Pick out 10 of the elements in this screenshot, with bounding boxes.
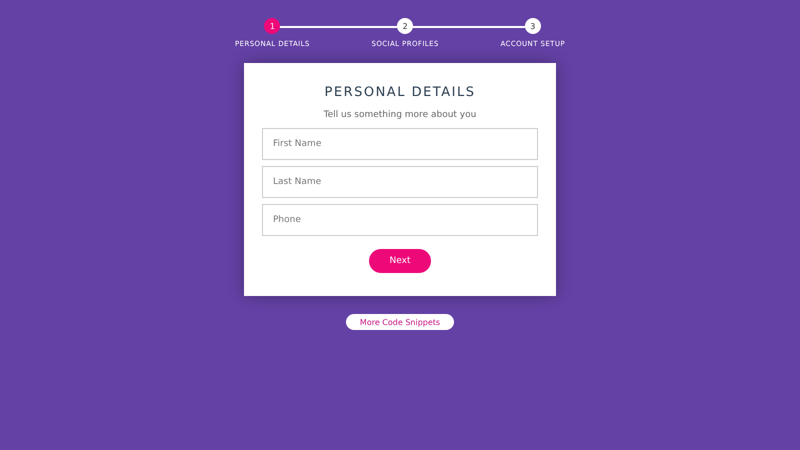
more-snippets-button[interactable]: More Code Snippets: [346, 314, 454, 330]
step-number: 2: [397, 18, 414, 34]
step-number: 3: [524, 18, 541, 34]
form-title: PERSONAL DETAILS: [324, 85, 476, 100]
next-button[interactable]: Next: [369, 249, 431, 273]
form-subtitle: Tell us something more about you: [324, 110, 476, 120]
input-field[interactable]: Last Name: [262, 166, 538, 198]
input-field[interactable]: First Name: [262, 128, 538, 160]
step-number: 1: [264, 18, 280, 34]
input-field[interactable]: Phone: [262, 204, 538, 236]
